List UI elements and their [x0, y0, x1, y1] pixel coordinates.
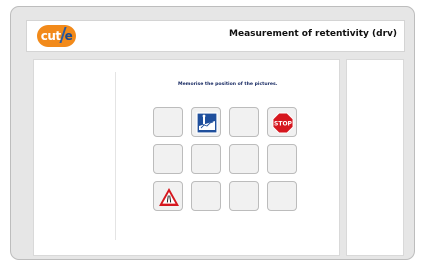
grid-tile-r1c2[interactable]	[191, 107, 221, 137]
grid-tile-r2c2[interactable]	[191, 144, 221, 174]
warning-triangle-sign-icon	[159, 188, 179, 206]
page-title: Measurement of retentivity (drv)	[229, 29, 397, 39]
grid-tile-r3c2[interactable]	[191, 181, 221, 211]
picture-grid: STOP	[153, 107, 297, 211]
stop-sign-text: STOP	[274, 120, 293, 127]
grid-tile-r3c1[interactable]	[153, 181, 183, 211]
grid-tile-r1c1[interactable]	[153, 107, 183, 137]
grid-tile-r2c4[interactable]	[267, 144, 297, 174]
grid-tile-r1c4[interactable]: STOP	[267, 107, 297, 137]
logo-suffix: e	[64, 29, 73, 43]
header-bar: cut e Measurement of retentivity (drv)	[26, 20, 405, 52]
uphill-gradient-sign-icon	[196, 112, 218, 134]
divider	[115, 72, 116, 240]
grid-tile-r3c4[interactable]	[267, 181, 297, 211]
grid-tile-r2c3[interactable]	[229, 144, 259, 174]
grid-tile-r2c1[interactable]	[153, 144, 183, 174]
grid-tile-r3c3[interactable]	[229, 181, 259, 211]
instruction-text: Memorise the position of the pictures.	[178, 82, 278, 87]
stop-sign-icon: STOP	[272, 112, 294, 134]
grid-tile-r1c3[interactable]	[229, 107, 259, 137]
side-panel	[346, 59, 404, 256]
logo-text: cut	[40, 29, 61, 43]
logo: cut e	[37, 25, 76, 47]
